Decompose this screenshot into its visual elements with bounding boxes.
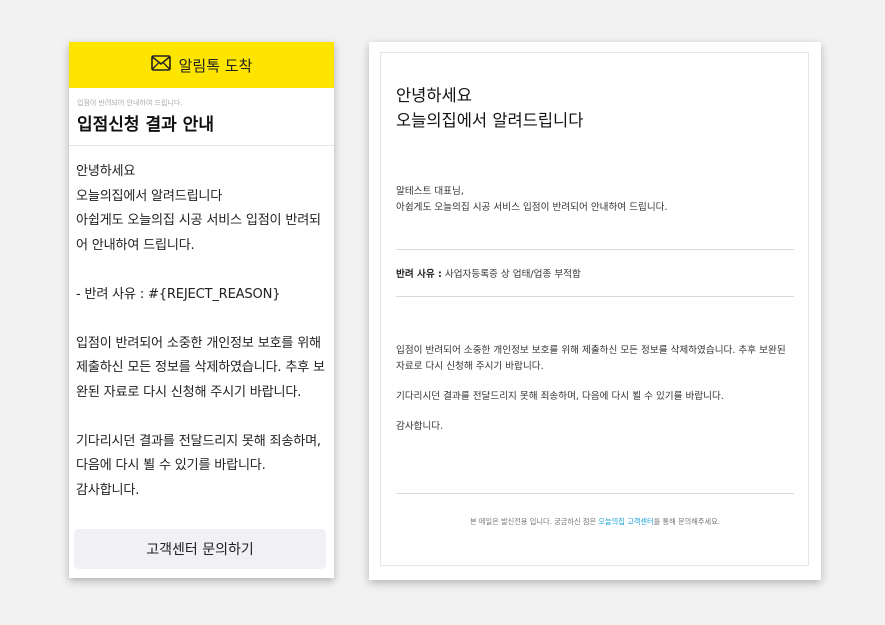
email-greeting: 알테스트 대표님, 아쉽게도 오늘의집 시공 서비스 입점이 반려되어 안내하여… [396,184,668,216]
email-title: 안녕하세요 오늘의집에서 알려드립니다 [396,83,583,133]
alimtalk-title: 입점신청 결과 안내 [77,115,214,135]
email-paragraph: 입점이 반려되어 소중한 개인정보 보호를 위해 제출하신 모든 정보를 삭제하… [396,345,786,372]
email-body: 입점이 반려되어 소중한 개인정보 보호를 위해 제출하신 모든 정보를 삭제하… [396,343,794,449]
divider [396,493,794,494]
divider [396,296,794,297]
alimtalk-header: 알림톡 도착 [69,42,334,88]
alimtalk-card: 알림톡 도착 입점이 반려되어 안내하여 드립니다. 입점신청 결과 안내 안녕… [69,42,334,578]
email-title-line1: 안녕하세요 [396,86,472,105]
alimtalk-title-block: 입점이 반려되어 안내하여 드립니다. 입점신청 결과 안내 [69,88,334,145]
email-paragraph: 감사합니다. [396,421,444,432]
email-greeting-line1: 알테스트 대표님, [396,186,464,197]
alimtalk-header-title: 알림톡 도착 [178,56,253,75]
email-footer: 본 메일은 발신전용 입니다. 궁금하신 점은 오늘의집 고객센터를 통해 문의… [396,517,794,527]
customer-center-button[interactable]: 고객센터 문의하기 [74,529,326,569]
reject-reason-label: 반려 사유 : [396,269,442,280]
reject-reason-row: 반려 사유 : 사업자등록증 상 업태/업종 부적합 [396,266,581,280]
customer-center-link[interactable]: 오늘의집 고객센터 [598,517,653,526]
envelope-icon [150,55,171,75]
email-paragraph: 기다리시던 결과를 전달드리지 못해 죄송하며, 다음에 다시 뵐 수 있기를 … [396,391,724,402]
divider [396,249,794,250]
alimtalk-subtitle: 입점이 반려되어 안내하여 드립니다. [77,99,183,107]
email-title-line2: 오늘의집에서 알려드립니다 [396,111,584,130]
footer-text: 본 메일은 발신전용 입니다. 궁금하신 점은 [470,517,599,526]
email-content: 안녕하세요 오늘의집에서 알려드립니다 알테스트 대표님, 아쉽게도 오늘의집 … [380,52,809,566]
email-greeting-line2: 아쉽게도 오늘의집 시공 서비스 입점이 반려되어 안내하여 드립니다. [396,202,668,213]
email-card: 안녕하세요 오늘의집에서 알려드립니다 알테스트 대표님, 아쉽게도 오늘의집 … [369,42,821,580]
reject-reason-value: 사업자등록증 상 업태/업종 부적합 [444,269,581,280]
alimtalk-message-body: 안녕하세요 오늘의집에서 알려드립니다 아쉽게도 오늘의집 시공 서비스 입점이… [76,164,325,498]
footer-text: 를 통해 문의해주세요. [653,517,720,526]
